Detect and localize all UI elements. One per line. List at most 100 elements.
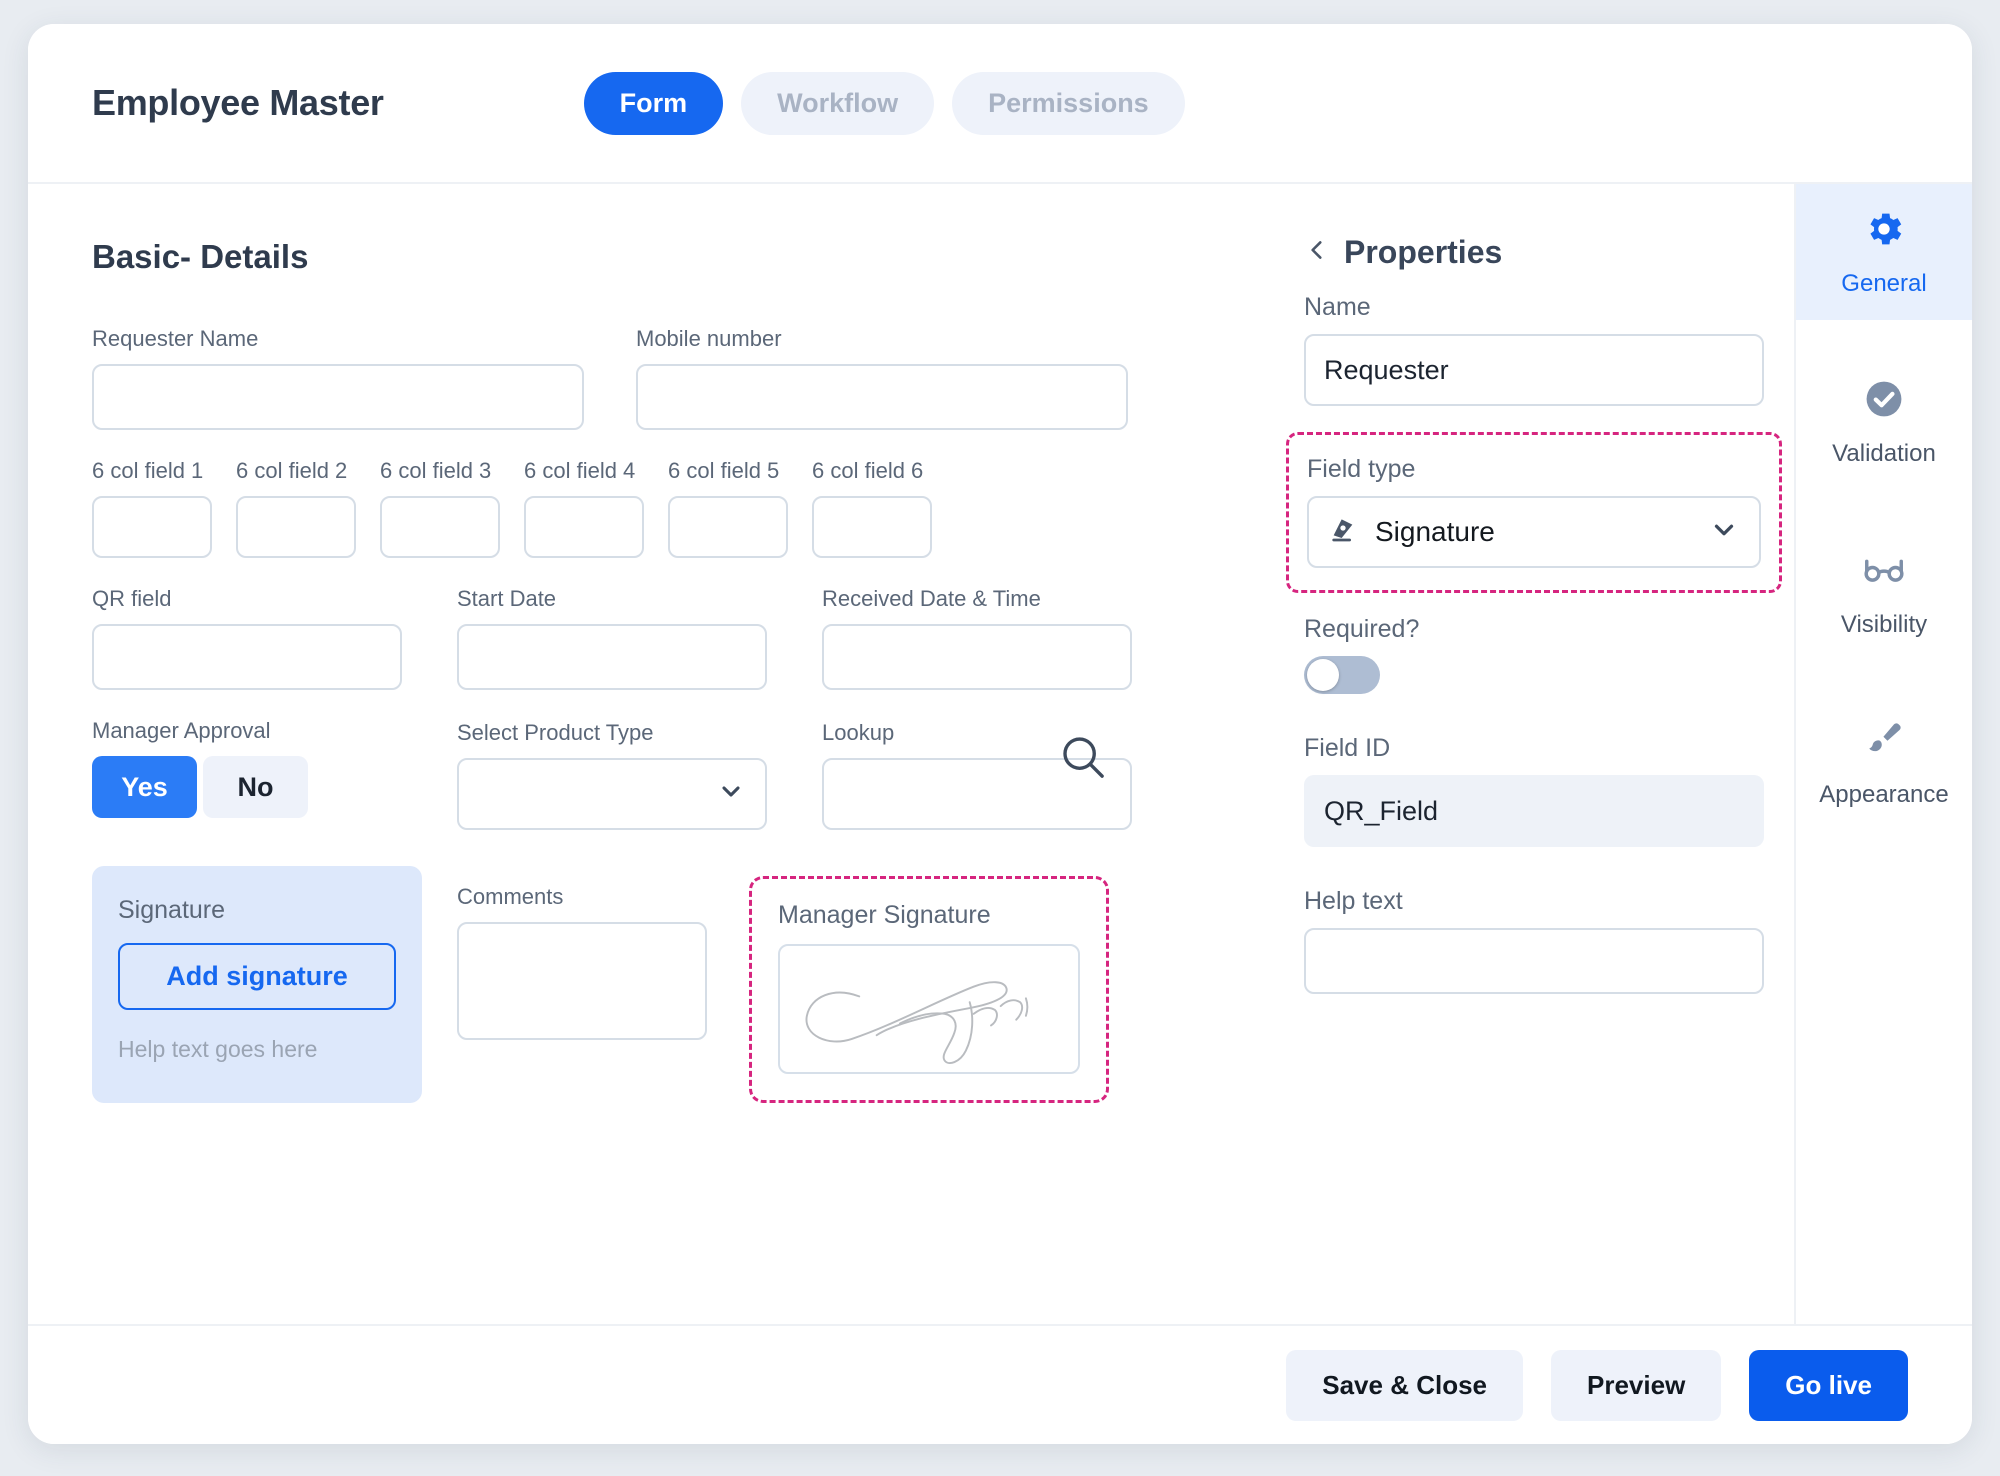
row-dates: QR field Start Date Received Date & Time — [92, 586, 1210, 690]
product-type-select[interactable] — [457, 758, 767, 830]
help-text-input[interactable] — [1304, 928, 1764, 994]
field-qr: QR field — [92, 586, 402, 690]
form-canvas: Basic- Details Requester Name Mobile num… — [28, 184, 1274, 1324]
row-approval: Manager Approval Yes No Select Product T… — [92, 718, 1210, 830]
tab-bar: Form Workflow Permissions — [583, 71, 1185, 135]
approval-no-button[interactable]: No — [203, 756, 308, 818]
field-6col-3: 6 col field 3 — [380, 458, 500, 558]
properties-panel: Properties Name Requester Field type Sig… — [1274, 184, 1794, 1324]
six-col-3-input[interactable] — [380, 496, 500, 558]
signature-card-label: Signature — [118, 896, 226, 924]
field-label: Select Product Type — [457, 720, 654, 745]
field-mobile-number: Mobile number — [636, 326, 1128, 430]
tab-permissions[interactable]: Permissions — [952, 71, 1185, 135]
field-label: Requester Name — [92, 326, 259, 351]
field-label: Comments — [457, 884, 564, 909]
field-id-input[interactable]: QR_Field — [1304, 775, 1764, 847]
six-col-5-input[interactable] — [668, 496, 788, 558]
field-6col-1: 6 col field 1 — [92, 458, 212, 558]
rail-item-appearance[interactable]: Appearance — [1796, 694, 1972, 830]
property-label: Field type — [1307, 455, 1416, 483]
six-col-6-input[interactable] — [812, 496, 932, 558]
page-title: Employee Master — [92, 82, 384, 123]
app-header: Employee Master Form Workflow Permission… — [28, 24, 1972, 184]
add-signature-button[interactable]: Add signature — [118, 943, 396, 1010]
tab-workflow[interactable]: Workflow — [741, 71, 935, 135]
app-window: Employee Master Form Workflow Permission… — [28, 24, 1972, 1444]
gear-icon — [1862, 207, 1906, 256]
field-received-datetime: Received Date & Time — [822, 586, 1132, 690]
pen-nib-icon — [1327, 514, 1359, 551]
signature-card: Signature Add signature Help text goes h… — [92, 866, 422, 1103]
field-label: 6 col field 1 — [92, 458, 204, 483]
requester-name-input[interactable] — [92, 364, 584, 430]
lookup-input-wrap[interactable] — [822, 737, 1132, 830]
field-6col-4: 6 col field 4 — [524, 458, 644, 558]
save-close-button[interactable]: Save & Close — [1286, 1349, 1523, 1421]
property-help-text: Help text — [1304, 887, 1764, 994]
name-input[interactable]: Requester — [1304, 334, 1764, 406]
six-col-2-input[interactable] — [236, 496, 356, 558]
field-manager-approval: Manager Approval Yes No — [92, 718, 402, 830]
property-label: Required? — [1304, 615, 1420, 643]
six-col-1-input[interactable] — [92, 496, 212, 558]
property-label: Name — [1304, 293, 1371, 321]
search-icon[interactable] — [1056, 730, 1110, 789]
field-label: QR field — [92, 586, 172, 611]
field-product-type: Select Product Type — [457, 720, 767, 830]
field-type-select[interactable]: Signature — [1307, 496, 1761, 568]
go-live-button[interactable]: Go live — [1749, 1349, 1908, 1421]
rail-label: Visibility — [1840, 610, 1928, 638]
field-label: 6 col field 6 — [812, 458, 924, 483]
row-signatures: Signature Add signature Help text goes h… — [92, 866, 1210, 1103]
rail-label: General — [1841, 269, 1927, 297]
six-col-4-input[interactable] — [524, 496, 644, 558]
rail-item-validation[interactable]: Validation — [1796, 354, 1972, 490]
field-label: Manager Approval — [92, 718, 271, 743]
glasses-icon — [1861, 546, 1907, 597]
app-body: Basic- Details Requester Name Mobile num… — [28, 184, 1972, 1324]
field-label: 6 col field 5 — [668, 458, 780, 483]
qr-field-input[interactable] — [92, 624, 402, 690]
field-label: 6 col field 4 — [524, 458, 636, 483]
tab-form[interactable]: Form — [583, 71, 724, 135]
comments-textarea[interactable] — [457, 922, 707, 1040]
property-required: Required? — [1304, 615, 1764, 694]
mobile-number-input[interactable] — [636, 364, 1128, 430]
rail-item-visibility[interactable]: Visibility — [1796, 524, 1972, 660]
signature-help-text: Help text goes here — [118, 1036, 318, 1062]
field-label: Mobile number — [636, 326, 782, 351]
received-datetime-input[interactable] — [822, 624, 1132, 690]
field-start-date: Start Date — [457, 586, 767, 690]
field-6col-6: 6 col field 6 — [812, 458, 932, 558]
required-toggle[interactable] — [1304, 656, 1380, 694]
property-name: Name Requester — [1304, 293, 1764, 406]
brush-icon — [1861, 716, 1907, 767]
manager-approval-toggle-group: Yes No — [92, 756, 402, 818]
rail-label: Validation — [1832, 439, 1936, 467]
chevron-left-icon[interactable] — [1304, 235, 1330, 270]
field-6col-5: 6 col field 5 — [668, 458, 788, 558]
field-requester-name: Requester Name — [92, 326, 584, 430]
field-lookup: Lookup — [822, 720, 1132, 830]
section-title: Basic- Details — [92, 238, 309, 275]
rail-label: Appearance — [1819, 780, 1949, 808]
preview-button[interactable]: Preview — [1551, 1349, 1722, 1421]
field-label: 6 col field 3 — [380, 458, 492, 483]
property-label: Field ID — [1304, 734, 1391, 762]
start-date-input[interactable] — [457, 624, 767, 690]
field-type-value: Signature — [1375, 516, 1495, 547]
field-type-highlight: Field type Signature — [1286, 432, 1782, 593]
rail-item-general[interactable]: General — [1796, 184, 1972, 320]
field-label: 6 col field 2 — [236, 458, 348, 483]
manager-signature-canvas[interactable] — [778, 944, 1080, 1074]
property-field-id: Field ID QR_Field — [1304, 734, 1764, 847]
app-footer: Save & Close Preview Go live — [28, 1324, 1972, 1444]
field-label: Received Date & Time — [822, 586, 1041, 611]
field-label: Start Date — [457, 586, 557, 611]
manager-signature-highlight: Manager Signature — [749, 876, 1109, 1103]
property-label: Help text — [1304, 887, 1403, 915]
properties-title: Properties — [1344, 234, 1503, 270]
properties-rail: General Validation Visibility Appearance — [1794, 184, 1972, 1324]
approval-yes-button[interactable]: Yes — [92, 756, 197, 818]
